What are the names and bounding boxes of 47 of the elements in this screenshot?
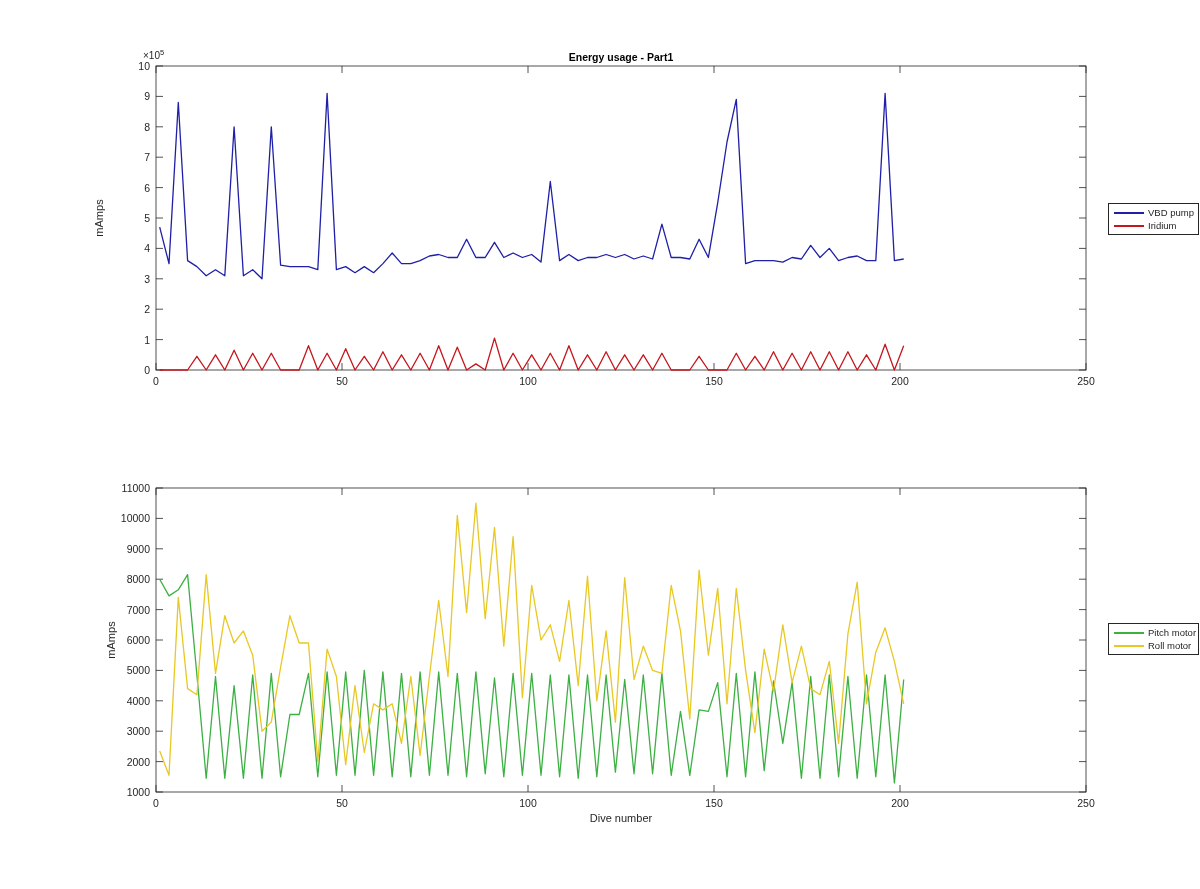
- tick-label: 11000: [121, 482, 150, 494]
- tick-label: 100: [519, 797, 537, 809]
- tick-label: 4000: [126, 694, 150, 707]
- tick-label: 5: [144, 212, 150, 224]
- tick-label: 1: [144, 333, 150, 346]
- legend-label: VBD pump: [1148, 207, 1194, 218]
- tick-label: 0: [153, 375, 159, 387]
- tick-label: 100: [519, 375, 537, 387]
- tick-label: 200: [891, 375, 909, 387]
- tick-label: 2: [144, 303, 150, 316]
- tick-label: 250: [1077, 797, 1095, 809]
- tick-label: 10: [138, 60, 150, 72]
- tick-label: 200: [891, 797, 909, 809]
- legend-line-icon: [1114, 644, 1144, 647]
- tick-label: 250: [1077, 375, 1095, 387]
- axis-scale-label: ×10$^{5}$: [143, 50, 165, 61]
- legend-line-icon: [1114, 631, 1144, 634]
- tick-label: 50: [336, 375, 348, 387]
- tick-label: 0: [153, 797, 159, 809]
- tick-label: 150: [705, 375, 723, 387]
- tick-label: 0: [144, 364, 150, 376]
- chart-title: Energy usage - Part1: [568, 51, 674, 63]
- tick-label: 5000: [126, 664, 150, 677]
- axis-title: Dive number: [589, 812, 653, 824]
- tick-label: 150: [705, 797, 723, 809]
- tick-label: 6000: [126, 634, 150, 646]
- tick-label: 2000: [126, 755, 150, 768]
- tick-label: 8: [144, 120, 150, 133]
- tick-label: 3: [144, 272, 150, 285]
- legend-label: Roll motor: [1148, 640, 1192, 651]
- tick-label: 9: [144, 90, 150, 103]
- tick-label: 3000: [126, 725, 150, 738]
- axis-title: mAmps: [93, 199, 105, 237]
- tick-label: 7000: [126, 603, 150, 616]
- tick-label: 8000: [126, 573, 150, 586]
- legend-label: Iridium: [1148, 220, 1177, 231]
- tick-label: 10000: [120, 512, 150, 525]
- tick-label: 9000: [126, 542, 150, 555]
- legend-line-icon: [1114, 211, 1144, 214]
- tick-label: 6: [144, 181, 150, 194]
- axis-title: mAmps: [105, 621, 117, 659]
- tick-label: 4: [144, 242, 150, 255]
- legend-label: Pitch motor: [1148, 627, 1197, 638]
- tick-label: 50: [336, 797, 348, 809]
- legend-line-icon: [1114, 224, 1144, 227]
- tick-label: 7: [144, 151, 150, 164]
- tick-label: 1000: [126, 786, 150, 798]
